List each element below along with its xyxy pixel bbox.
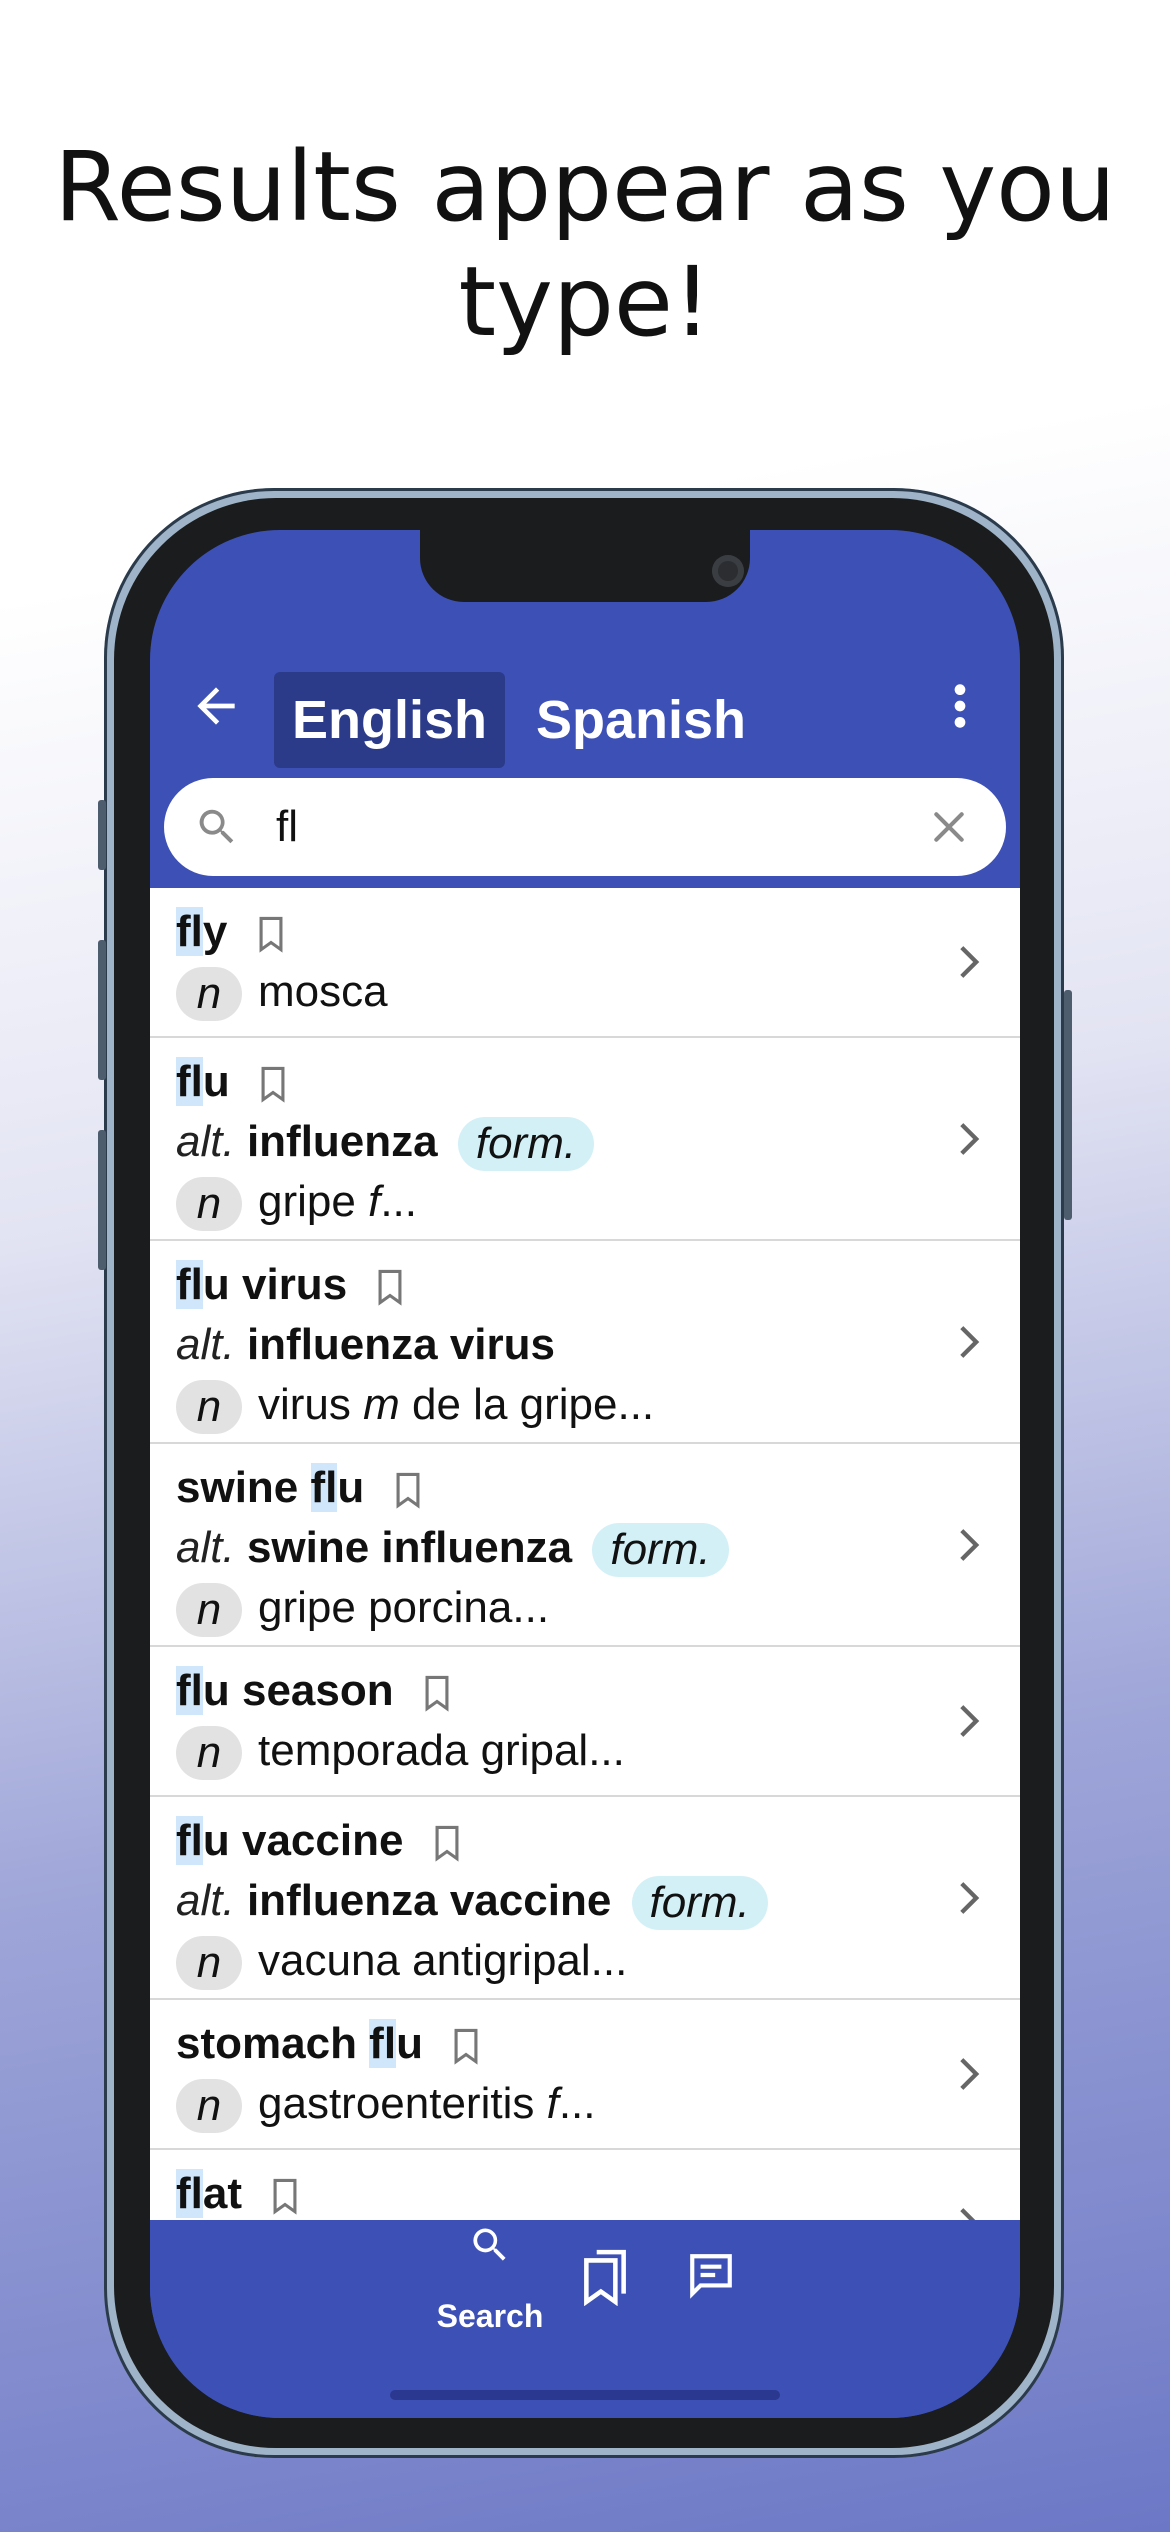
entry-term: flu season	[176, 1666, 394, 1715]
bookmark-icon[interactable]	[420, 1671, 454, 1715]
bookmark-icon[interactable]	[256, 1062, 290, 1106]
chevron-right-icon	[960, 1705, 980, 1737]
close-icon[interactable]	[930, 808, 968, 846]
chevron-right-icon	[960, 1881, 980, 1914]
more-vert-icon[interactable]	[940, 678, 980, 734]
list-item[interactable]: flu virus alt. influenza virus n virus m …	[150, 1241, 1020, 1444]
chevron-right-icon	[960, 1122, 980, 1155]
nav-search-label: Search	[436, 2298, 544, 2334]
alt-term: influenza virus	[246, 1320, 556, 1369]
part-of-speech-badge: n	[176, 2079, 242, 2134]
phone-button	[1064, 990, 1072, 1220]
chevron-right-icon	[960, 2058, 980, 2090]
translation: gripe porcina...	[258, 1583, 550, 1632]
gender-marker: f	[368, 1177, 381, 1226]
results-list: fly n mosca flu alt. influenza form. n gri…	[150, 888, 1020, 2220]
entry-term: flu	[176, 1057, 230, 1106]
bookmark-icon[interactable]	[373, 1265, 407, 1309]
translation-rest: de la gripe...	[399, 1380, 655, 1429]
search-icon	[199, 809, 234, 844]
form-badge: form.	[457, 1117, 595, 1172]
list-item[interactable]: swine flu alt. swine influenza form. n gr…	[150, 1444, 1020, 1647]
alt-prefix: alt.	[176, 1876, 235, 1925]
entry-term: fly	[176, 907, 228, 956]
chevron-right-icon	[960, 1528, 980, 1561]
translation: gripe	[258, 1177, 369, 1226]
tab-english[interactable]: English	[274, 672, 506, 768]
tab-spanish[interactable]: Spanish	[518, 672, 764, 768]
entry-term: swine flu	[176, 1463, 365, 1512]
alt-term: influenza vaccine	[246, 1876, 612, 1925]
translation: gastroenteritis	[258, 2079, 547, 2128]
chevron-right-icon	[960, 946, 980, 978]
alt-prefix: alt.	[176, 1117, 235, 1166]
part-of-speech-badge: n	[176, 967, 242, 1022]
chevron-right-icon	[960, 1325, 980, 1358]
entry-term: flu vaccine	[176, 1816, 404, 1865]
back-arrow-icon[interactable]	[188, 678, 244, 734]
translation: temporada gripal...	[258, 1726, 625, 1775]
search-input[interactable]: fl	[276, 778, 876, 876]
chevron-right-icon	[960, 2208, 976, 2220]
home-indicator	[390, 2390, 780, 2400]
bookmark-icon[interactable]	[391, 1468, 425, 1512]
part-of-speech-badge: n	[176, 1177, 242, 1232]
bookmarks-icon[interactable]	[580, 2248, 630, 2306]
translation-rest: ...	[380, 1177, 417, 1226]
translation: vacuna antigripal...	[258, 1936, 628, 1985]
phone-button	[98, 1130, 106, 1270]
alt-term: swine influenza	[246, 1523, 573, 1572]
list-item[interactable]: flu vaccine alt. influenza vaccine form.…	[150, 1797, 1020, 2000]
part-of-speech-badge: n	[176, 1936, 242, 1991]
bookmark-icon[interactable]	[449, 2024, 483, 2068]
chat-icon[interactable]	[686, 2250, 736, 2300]
alt-prefix: alt.	[176, 1320, 235, 1369]
form-badge: form.	[631, 1876, 768, 1931]
entry-term: flat	[176, 2169, 243, 2218]
bottom-navigation: Search	[150, 2220, 1020, 2418]
translation-rest: ...	[558, 2079, 596, 2128]
part-of-speech-badge: n	[176, 1726, 242, 1781]
bookmark-icon[interactable]	[254, 912, 288, 956]
list-item[interactable]: stomach flu n gastroenteritis f...	[150, 2000, 1020, 2150]
app-bar: English Spanish	[150, 650, 1020, 768]
list-item[interactable]: flu alt. influenza form. n gripe f...	[150, 1038, 1020, 1241]
phone-button	[98, 940, 106, 1080]
entry-term: flu virus	[176, 1260, 348, 1309]
part-of-speech-badge: n	[176, 1380, 242, 1435]
search-icon	[473, 2228, 506, 2261]
gender-marker: f	[546, 2079, 559, 2128]
entry-term: stomach flu	[176, 2019, 423, 2068]
translation: mosca	[258, 967, 388, 1016]
headline: Results appear as you type!	[54, 131, 1116, 358]
list-item[interactable]: flu season n temporada gripal...	[150, 1647, 1020, 1797]
alt-prefix: alt.	[176, 1523, 235, 1572]
notch	[420, 530, 750, 602]
bookmark-icon[interactable]	[268, 2174, 302, 2218]
bookmark-icon[interactable]	[430, 1821, 464, 1865]
translation: virus	[258, 1380, 364, 1429]
nav-search-tab[interactable]: Search	[420, 2220, 560, 2350]
list-item[interactable]: flat	[150, 2150, 1020, 2220]
form-badge: form.	[592, 1523, 729, 1578]
phone-button	[98, 800, 106, 870]
app-screen: English Spanish fl fly n mosca flu alt. …	[150, 530, 1020, 2418]
list-item[interactable]: fly n mosca	[150, 888, 1020, 1038]
gender-marker: m	[363, 1380, 400, 1429]
camera	[712, 555, 744, 587]
alt-term: influenza	[246, 1117, 438, 1166]
search-bar[interactable]: fl	[164, 778, 1006, 876]
part-of-speech-badge: n	[176, 1583, 242, 1638]
